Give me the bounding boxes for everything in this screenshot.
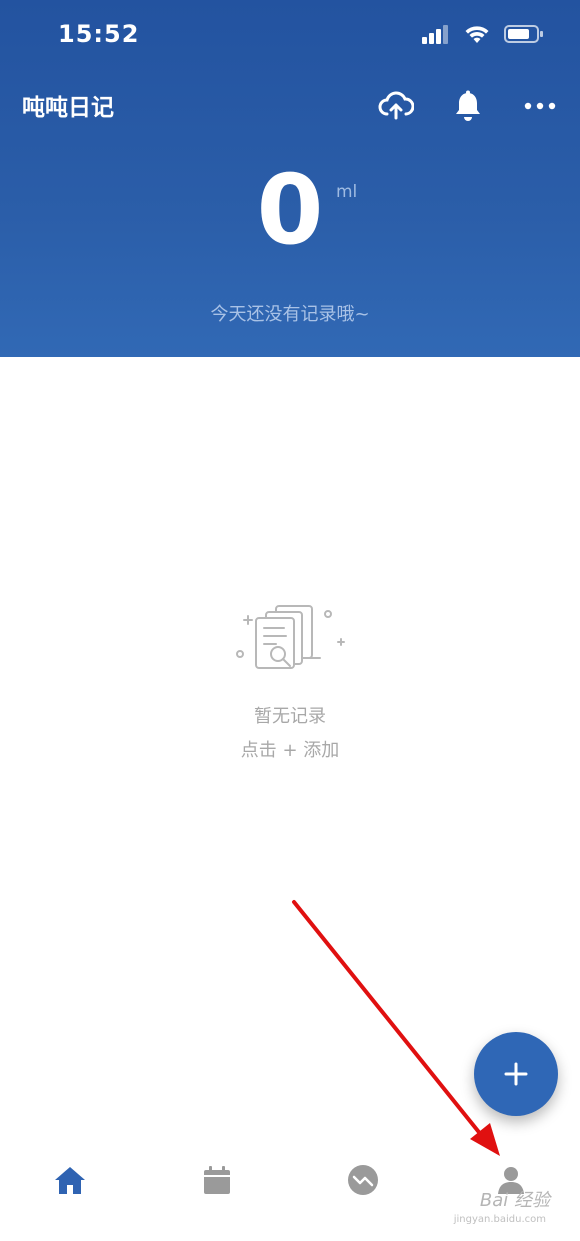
trend-icon (348, 1165, 378, 1195)
watermark-url: jingyan.baidu.com (453, 1214, 546, 1225)
tab-calendar[interactable] (193, 1156, 241, 1204)
add-record-button[interactable] (474, 1032, 558, 1116)
calendar-icon (204, 1166, 230, 1194)
plus-icon (504, 1062, 528, 1086)
tab-home[interactable] (46, 1156, 94, 1204)
tab-stats[interactable] (339, 1156, 387, 1204)
home-icon (55, 1167, 85, 1194)
watermark-text: Bai 经验 (479, 1190, 550, 1211)
